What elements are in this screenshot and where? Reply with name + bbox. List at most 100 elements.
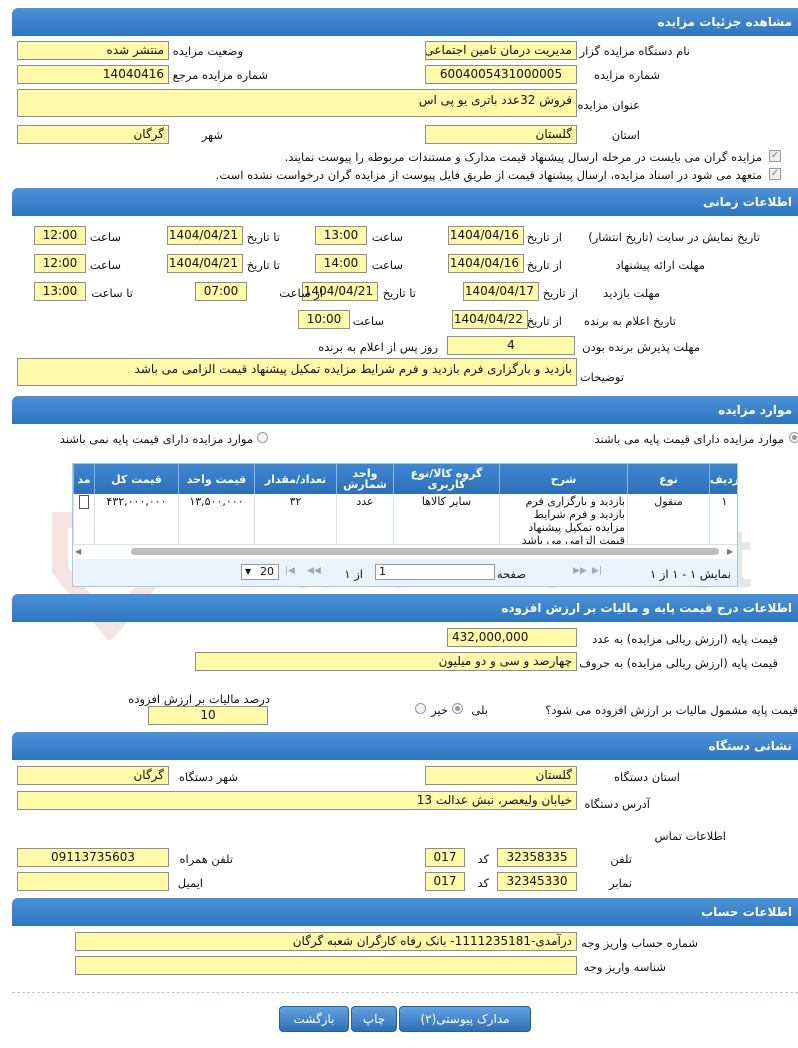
phone-code-label: کد [477, 852, 489, 866]
col-header-quantity: تعداد/مقدار [254, 464, 336, 494]
org-province-label: استان دستگاه [613, 770, 680, 784]
bid-deadline-label: مهلت ارائه پیشنهاد [615, 258, 705, 272]
col-header-cut: مد [73, 464, 94, 494]
base-price-num-field: 432,000,000 [447, 628, 577, 647]
winner-from-field: 1404/04/22 [452, 310, 528, 329]
visit-time1-field: 07:00 [195, 282, 247, 301]
deposit-id-label: شناسه واریز وجه [583, 960, 666, 974]
pager-first-icon[interactable]: ▶| [592, 566, 602, 576]
pager-page-label: صفحه [496, 567, 526, 581]
phone-code-field: 017 [425, 848, 465, 867]
winner-announce-label: تاریخ اعلام به برنده [583, 314, 676, 328]
cell-action-box[interactable] [79, 495, 89, 509]
title-field: فروش 32عدد باتری یو پی اس [17, 89, 577, 117]
horizontal-scrollbar[interactable]: ◀ ▶ [73, 544, 737, 559]
winner-time-field: 10:00 [298, 310, 350, 329]
no-file-price-text: متعهد می شود در اسناد مزایده، ارسال پیشن… [215, 168, 762, 182]
fax-code-field: 017 [425, 872, 465, 891]
email-label: ایمیل [177, 876, 203, 890]
scroll-left-icon[interactable]: ◀ [75, 547, 81, 556]
pager-last-icon[interactable]: |◀ [285, 566, 295, 576]
has-base-price-radio[interactable] [789, 432, 798, 443]
org-province-field: گلستان [425, 766, 577, 785]
pager-next-icon[interactable]: ◀◀ [307, 566, 321, 576]
fax-code-label: کد [477, 876, 489, 890]
section-title: اطلاعات حساب [701, 905, 792, 919]
auction-number-label: شماره مزایده [594, 68, 660, 82]
status-field: منتشر شده [17, 41, 169, 60]
pager-page-input[interactable]: 1 [375, 564, 495, 580]
cell-description: بازدید و بارگزاری فرم بازدید و فرم شرایط… [499, 494, 627, 544]
vat-no-radio[interactable] [415, 703, 426, 714]
no-base-price-label: موارد مزایده دارای قیمت پایه نمی باشند [59, 432, 253, 446]
status-label: وضعیت مزایده [172, 44, 243, 58]
publish-time2-label: ساعت [89, 230, 121, 244]
no-file-price-checkbox[interactable]: ✓ [769, 168, 781, 180]
col-header-group: گروه کالا/نوع کاربری [393, 464, 499, 494]
bid-time1-field: 14:00 [315, 254, 367, 273]
col-header-description: شرح [499, 464, 627, 494]
base-price-num-label: قیمت پایه (ارزش ریالی مزایده) به عدد [592, 632, 778, 646]
visit-deadline-label: مهلت بازدید [603, 286, 660, 300]
back-button[interactable]: بازگشت [279, 1006, 349, 1032]
bid-time1-label: ساعت [371, 258, 403, 272]
col-header-unit: واحد شمارش [336, 464, 393, 494]
publish-to-field: 1404/04/21 [167, 226, 243, 245]
bid-from-label: از تاریخ [526, 258, 562, 272]
publish-time2-field: 12:00 [34, 226, 86, 245]
divider [12, 992, 798, 993]
province-field: گلستان [425, 125, 577, 144]
visit-time2-label: تا ساعت [91, 286, 133, 300]
scroll-right-icon[interactable]: ▶ [727, 547, 733, 556]
contact-info-label: اطلاعات تماس [654, 829, 726, 843]
section-header-details: مشاهده جزئیات مزایده [12, 8, 798, 36]
vat-percent-label: درصد مالیات بر ارزش افزوده [128, 692, 270, 706]
ref-number-label: شماره مزایده مرجع [172, 68, 268, 82]
vat-yes-label: بلی [471, 703, 488, 717]
attachments-button[interactable]: مدارک پیوستی(۲) [399, 1006, 531, 1032]
scrollbar-thumb[interactable] [131, 548, 719, 555]
org-address-label: آدرس دستگاه [584, 797, 650, 811]
section-title: نشانی دستگاه [708, 739, 792, 753]
print-button[interactable]: چاپ [351, 1006, 397, 1032]
section-title: اطلاعات درج قیمت پایه و مالیات بر ارزش ا… [501, 601, 792, 615]
section-header-address: نشانی دستگاه [12, 732, 798, 760]
bid-time2-field: 12:00 [34, 254, 86, 273]
doc-required-checkbox[interactable]: ✓ [769, 150, 781, 162]
ref-number-field: 14040416 [17, 65, 169, 84]
fax-field: 32345330 [497, 872, 577, 891]
section-header-timing: اطلاعات زمانی [12, 188, 798, 216]
bid-from-field: 1404/04/16 [448, 254, 524, 273]
section-header-price: اطلاعات درج قیمت پایه و مالیات بر ارزش ا… [12, 594, 798, 622]
cell-quantity: ۳۲ [254, 494, 336, 544]
auction-number-field: 6004005431000005 [425, 65, 577, 84]
section-title: مشاهده جزئیات مزایده [657, 15, 792, 29]
winner-from-label: از تاریخ [526, 314, 562, 328]
description-field: بازدید و بارگزاری فرم بازدید و فرم شرایط… [17, 358, 577, 386]
account-number-field: درآمدی-1111235181- بانک رفاه کارگران شعب… [75, 932, 577, 951]
pager-show-text: نمایش ۱ - ۱ از ۱ [650, 567, 731, 581]
doc-required-text: مزایده گران می بایست در مرحله ارسال پیشن… [284, 150, 762, 164]
cell-total-price: ۴۳۲,۰۰۰,۰۰۰ [94, 494, 178, 544]
vat-yes-radio[interactable] [452, 703, 463, 714]
section-title: موارد مزایده [718, 403, 792, 417]
no-base-price-radio[interactable] [257, 432, 268, 443]
publish-from-field: 1404/04/16 [448, 226, 524, 245]
visit-time2-field: 13:00 [34, 282, 86, 301]
page-size-select[interactable]: 20 ▼ [241, 564, 279, 580]
province-label: استان [611, 128, 640, 142]
mobile-field: 09113735603 [17, 848, 169, 867]
has-base-price-label: موارد مزایده دارای قیمت پایه می باشند [594, 432, 784, 446]
publish-from-label: از تاریخ [526, 230, 562, 244]
vat-question: قیمت پایه مشمول مالیات بر ارزش افزوده می… [545, 703, 798, 717]
city-field: گرگان [17, 125, 169, 144]
col-header-total-price: قیمت کل [94, 464, 178, 494]
pager-prev-icon[interactable]: ▶▶ [573, 566, 587, 576]
col-header-row-number: ردیف [709, 464, 737, 494]
grid-pager: نمایش ۱ - ۱ از ۱ ▶| ▶▶ صفحه 1 از ۱ ◀◀ |◀… [73, 560, 737, 586]
section-title: اطلاعات زمانی [703, 195, 792, 209]
col-header-type: نوع [627, 464, 709, 494]
col-header-unit-price: قیمت واحد [178, 464, 254, 494]
pager-of-text: از ۱ [344, 567, 363, 581]
publish-time1-field: 13:00 [315, 226, 367, 245]
